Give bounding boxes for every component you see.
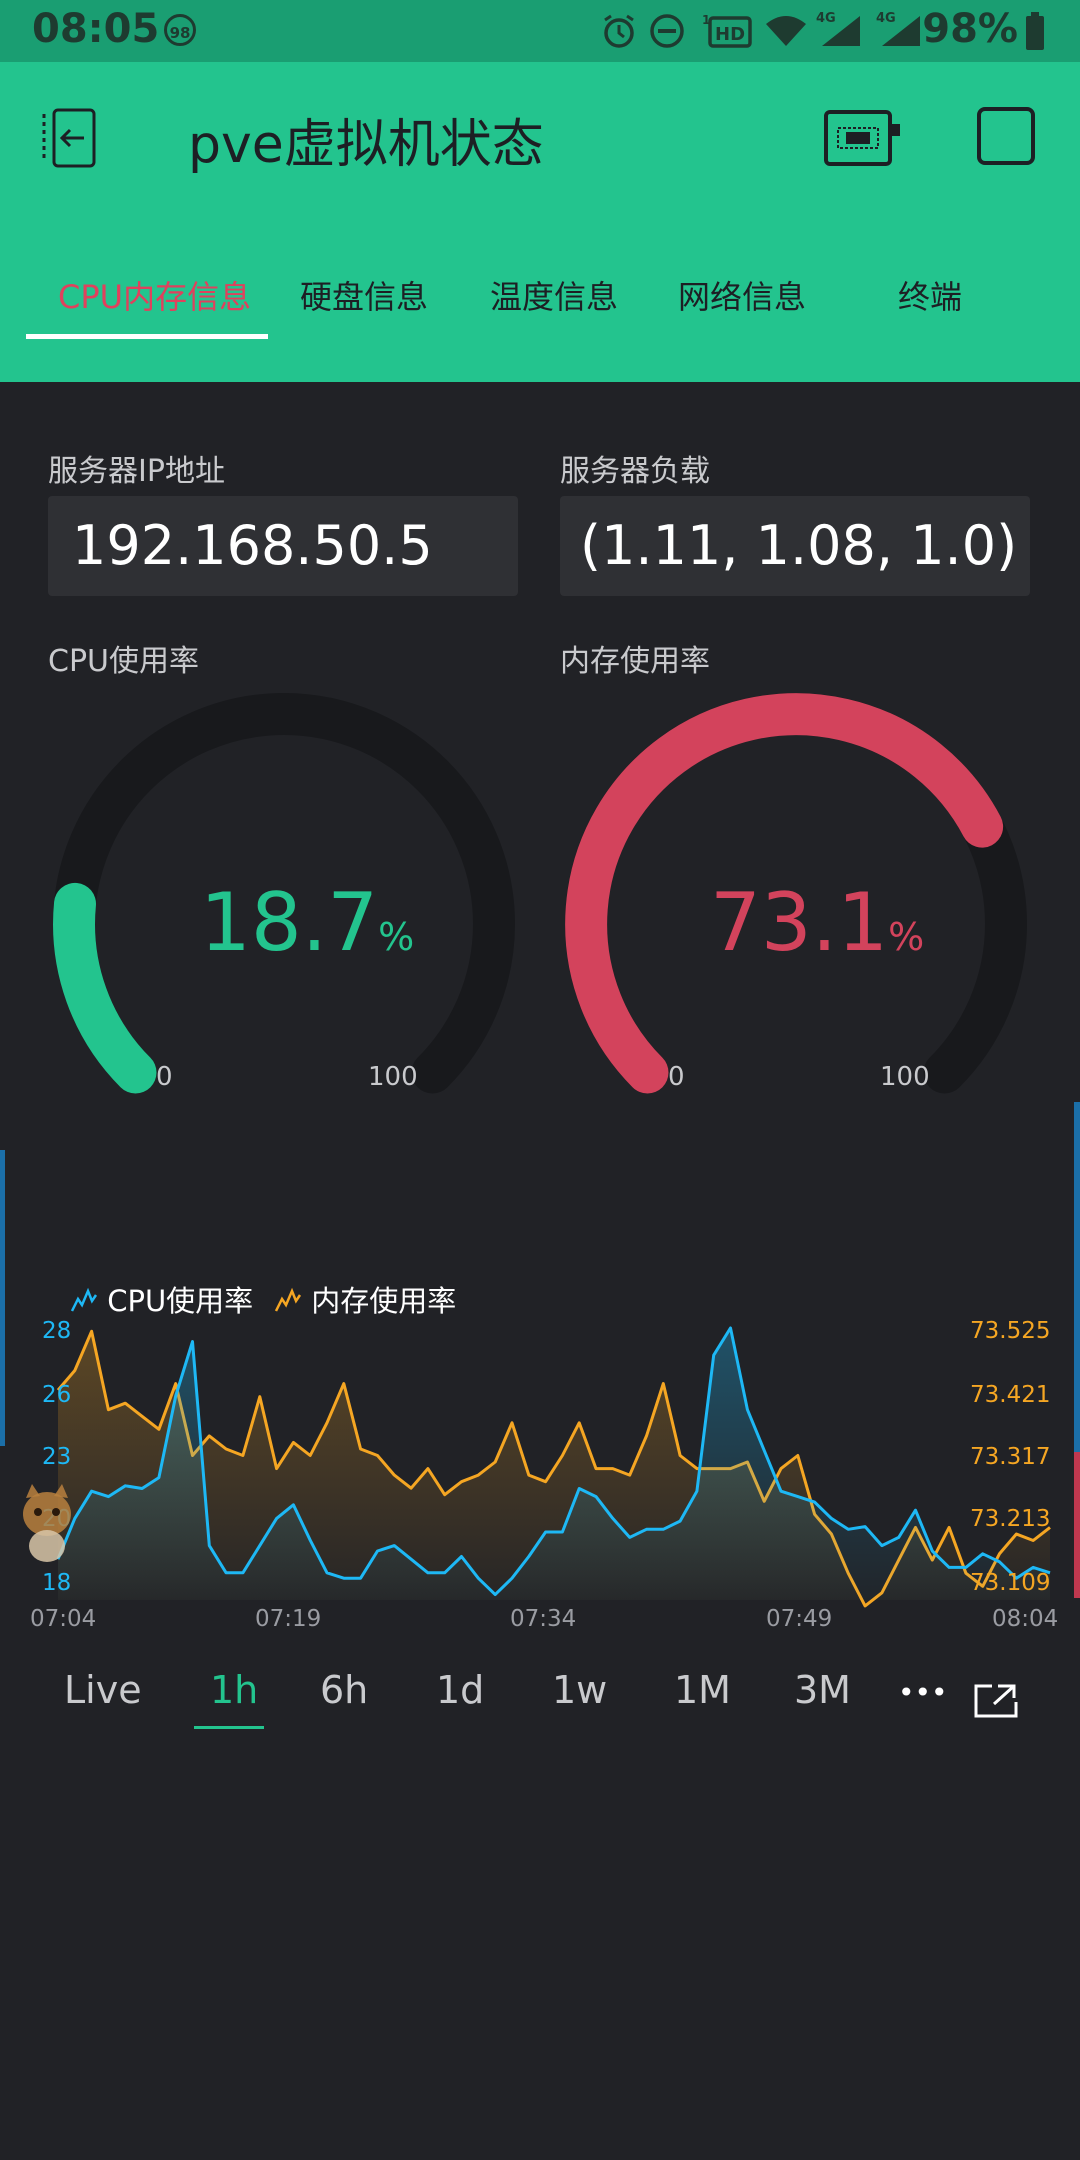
mem-value-number: 73.1 <box>710 876 889 969</box>
period-1h[interactable]: 1h <box>210 1668 258 1712</box>
ip-display: 192.168.50.5 <box>48 496 518 596</box>
cpu-gauge-label: CPU使用率 <box>48 644 199 679</box>
ip-label: 服务器IP地址 <box>48 454 225 489</box>
load-label: 服务器负载 <box>560 454 710 489</box>
square-icon[interactable] <box>976 106 1036 166</box>
fullscreen-icon[interactable] <box>972 1680 1020 1720</box>
cpu-value-number: 18.7 <box>200 876 379 969</box>
left-axis-tick: 28 <box>42 1318 72 1344</box>
period-1w[interactable]: 1w <box>552 1668 607 1712</box>
load-value: (1.11, 1.08, 1.0) <box>580 514 1018 577</box>
hd-icon: 1HD <box>702 13 752 48</box>
right-axis-tick: 73.317 <box>970 1444 1051 1470</box>
history-chart[interactable] <box>0 1310 1080 1610</box>
left-axis-tick: 23 <box>42 1444 72 1470</box>
mem-gauge-min: 0 <box>668 1062 685 1092</box>
cpu-gauge-min: 0 <box>156 1062 173 1092</box>
signal-icon-2: 4G <box>876 12 920 46</box>
dnd-icon <box>650 14 684 48</box>
tab-temperature[interactable]: 温度信息 <box>490 272 618 318</box>
mascot-icon[interactable] <box>12 1480 82 1566</box>
status-time: 08:05 <box>32 6 160 52</box>
left-axis-tick: 18 <box>42 1570 72 1596</box>
x-axis-tick: 07:34 <box>510 1606 577 1632</box>
x-axis-tick: 07:19 <box>255 1606 322 1632</box>
x-axis-tick: 08:04 <box>992 1606 1059 1632</box>
tab-network[interactable]: 网络信息 <box>678 272 806 318</box>
wifi-icon <box>766 16 806 46</box>
period-1m[interactable]: 1M <box>674 1668 731 1712</box>
x-axis-tick: 07:49 <box>766 1606 833 1632</box>
status-bar: 08:05 98 1 HD 4G 4G 98% <box>0 0 1080 62</box>
period-live[interactable]: Live <box>64 1668 142 1712</box>
left-axis-tick: 26 <box>42 1382 72 1408</box>
exit-icon[interactable] <box>40 106 104 170</box>
right-axis-tick: 73.421 <box>970 1382 1051 1408</box>
right-axis-tick: 73.109 <box>970 1570 1051 1596</box>
device-icon[interactable] <box>824 110 900 166</box>
x-axis-tick: 07:04 <box>30 1606 97 1632</box>
app-header: pve虚拟机状态 CPU内存信息 硬盘信息 温度信息 网络信息 终端 <box>0 62 1080 382</box>
mem-gauge-label: 内存使用率 <box>560 644 710 679</box>
period-3m[interactable]: 3M <box>794 1668 851 1712</box>
svg-text:4G: 4G <box>876 12 896 26</box>
mem-value-unit: % <box>888 915 925 959</box>
right-axis-tick: 73.213 <box>970 1506 1051 1532</box>
svg-text:HD: HD <box>715 24 745 45</box>
tab-disk[interactable]: 硬盘信息 <box>300 272 428 318</box>
tab-cpu-memory[interactable]: CPU内存信息 <box>58 272 251 318</box>
period-indicator <box>194 1726 264 1729</box>
tab-terminal[interactable]: 终端 <box>898 272 962 318</box>
load-display: (1.11, 1.08, 1.0) <box>560 496 1030 596</box>
page-title: pve虚拟机状态 <box>188 115 544 175</box>
mem-gauge-value: 73.1% <box>710 876 924 969</box>
period-1d[interactable]: 1d <box>436 1668 484 1712</box>
notification-badge: 98 <box>164 14 196 46</box>
svg-text:4G: 4G <box>816 12 836 26</box>
right-axis-tick: 73.525 <box>970 1318 1051 1344</box>
battery-icon <box>1026 12 1044 50</box>
more-button[interactable]: ••• <box>898 1676 948 1709</box>
ip-value: 192.168.50.5 <box>72 514 433 577</box>
tab-indicator <box>26 334 268 339</box>
cpu-gauge-max: 100 <box>368 1062 418 1092</box>
alarm-icon <box>604 14 634 48</box>
mem-gauge-max: 100 <box>880 1062 930 1092</box>
signal-icon-1: 4G <box>816 12 860 46</box>
cpu-gauge-fill <box>53 882 157 1094</box>
cpu-value-unit: % <box>378 915 415 959</box>
cpu-gauge-value: 18.7% <box>200 876 414 969</box>
period-6h[interactable]: 6h <box>320 1668 368 1712</box>
battery-percent: 98% <box>922 6 1018 52</box>
